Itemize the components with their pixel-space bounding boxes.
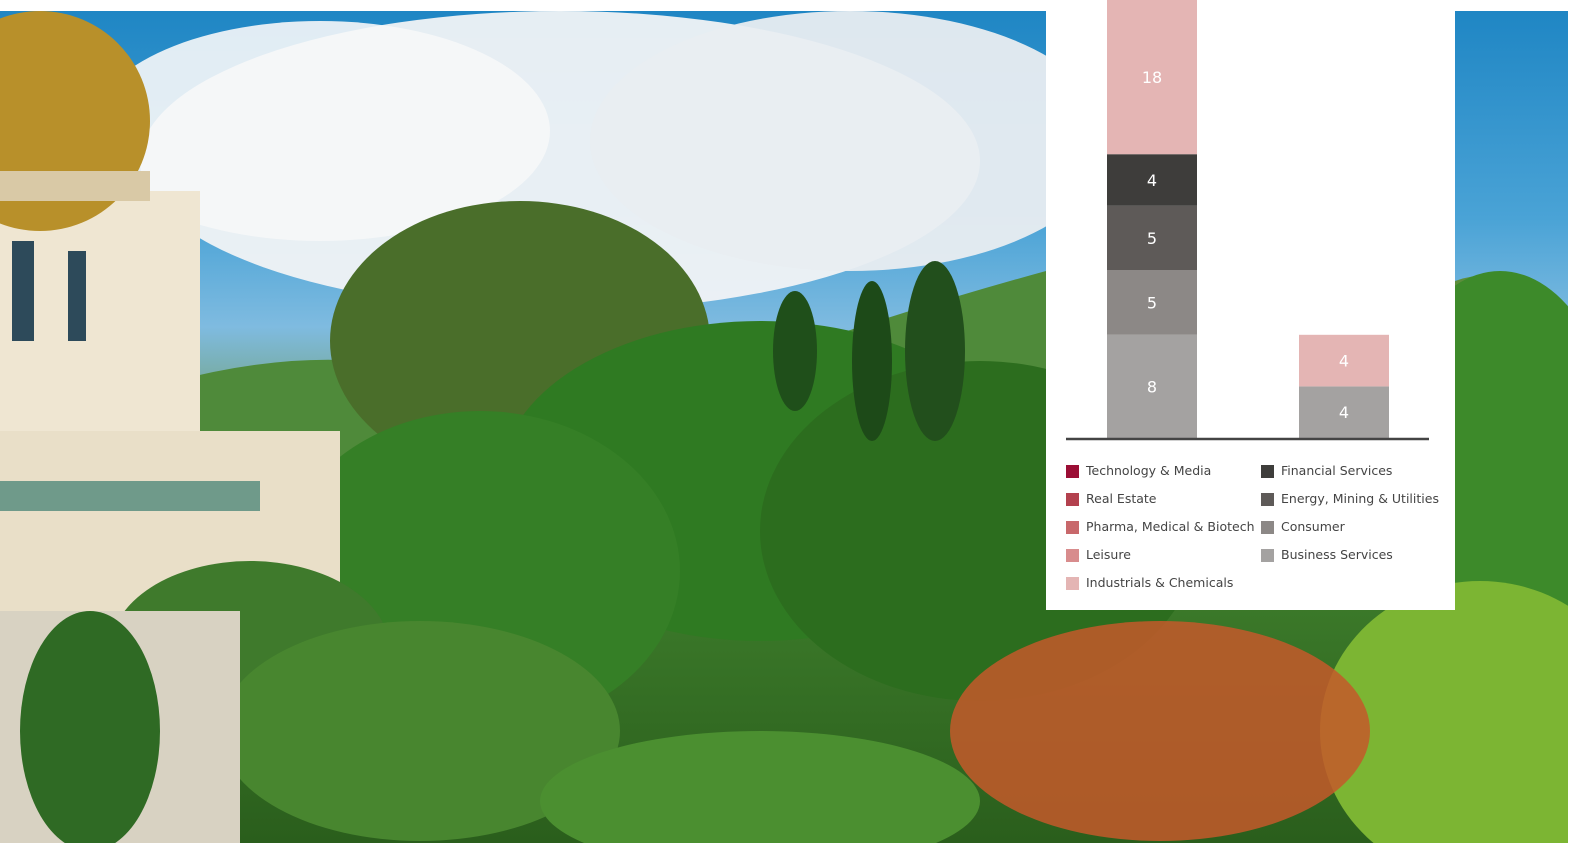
- legend-item: Financial Services: [1261, 462, 1439, 490]
- legend-label: Pharma, Medical & Biotech: [1086, 519, 1255, 534]
- legend-swatch: [1066, 465, 1079, 478]
- legend-swatch: [1066, 493, 1079, 506]
- legend-label: Industrials & Chemicals: [1086, 575, 1234, 590]
- bar-value-label: 4: [1147, 171, 1157, 190]
- legend-swatch: [1066, 549, 1079, 562]
- legend-item: Consumer: [1261, 518, 1439, 546]
- bar-value-label: 4: [1339, 403, 1349, 422]
- bar-value-label: 4: [1339, 352, 1349, 371]
- chart-card: 8 5 5 4 18 4 4 Technology & Media Real Estate …: [1046, 0, 1455, 610]
- legend-label: Leisure: [1086, 547, 1131, 562]
- legend-label: Real Estate: [1086, 491, 1157, 506]
- legend-label: Consumer: [1281, 519, 1345, 534]
- bar-value-label: 8: [1147, 377, 1157, 396]
- legend-swatch: [1261, 493, 1274, 506]
- legend-swatch: [1066, 577, 1079, 590]
- legend-swatch: [1261, 549, 1274, 562]
- legend-label: Technology & Media: [1086, 463, 1212, 478]
- legend-swatch: [1066, 521, 1079, 534]
- legend-column-left: Technology & Media Real Estate Pharma, M…: [1066, 462, 1255, 602]
- legend-swatch: [1261, 521, 1274, 534]
- legend-column-right: Financial Services Energy, Mining & Util…: [1261, 462, 1439, 574]
- legend-item: Leisure: [1066, 546, 1255, 574]
- bar-value-label: 5: [1147, 229, 1157, 248]
- stacked-bar-chart: 8 5 5 4 18 4 4: [1066, 0, 1429, 441]
- legend-item: Real Estate: [1066, 490, 1255, 518]
- legend-swatch: [1261, 465, 1274, 478]
- legend-label: Financial Services: [1281, 463, 1393, 478]
- legend-item: Industrials & Chemicals: [1066, 574, 1255, 602]
- legend-item: Business Services: [1261, 546, 1439, 574]
- legend-item: Pharma, Medical & Biotech: [1066, 518, 1255, 546]
- bar-value-label: 18: [1142, 68, 1162, 87]
- legend-item: Technology & Media: [1066, 462, 1255, 490]
- legend-label: Business Services: [1281, 547, 1393, 562]
- legend-item: Energy, Mining & Utilities: [1261, 490, 1439, 518]
- bar-value-label: 5: [1147, 294, 1157, 313]
- legend-label: Energy, Mining & Utilities: [1281, 491, 1439, 506]
